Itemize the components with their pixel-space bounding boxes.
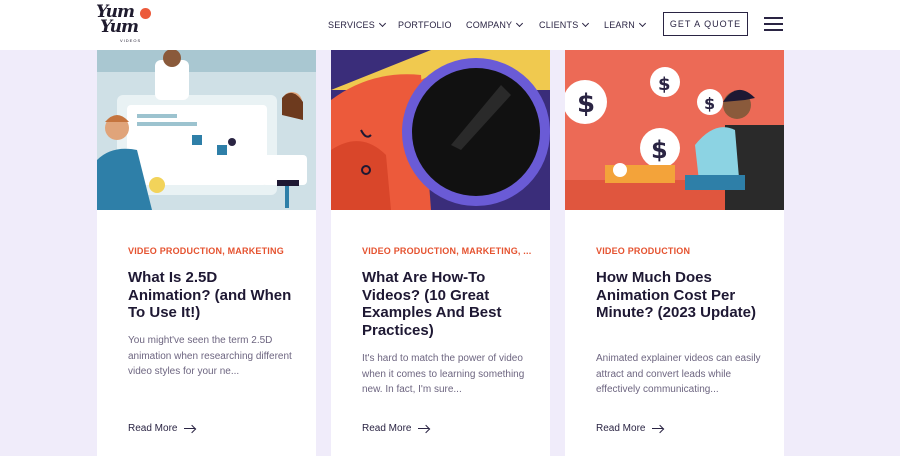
blog-card-how-to-videos[interactable]: VIDEO PRODUCTION, MARKETING, ... What Ar… <box>331 50 550 456</box>
post-excerpt: You might've seen the term 2.5D animatio… <box>128 335 292 377</box>
post-title[interactable]: What Are How-To Videos? (10 Great Exampl… <box>362 269 532 339</box>
animation-team-illustration[interactable] <box>97 50 316 210</box>
nav-item-learn[interactable]: LEARN <box>604 18 647 32</box>
post-title[interactable]: How Much Does Animation Cost Per Minute?… <box>596 269 766 322</box>
yum-yum-logo[interactable]: Yum Yum VIDEOS <box>96 4 154 44</box>
arrow-right-icon <box>184 424 197 433</box>
post-title[interactable]: What Is 2.5D Animation? (and When To Use… <box>128 269 298 322</box>
nav-item-company[interactable]: COMPANY <box>466 18 524 32</box>
post-excerpt: Animated explainer videos can easily att… <box>596 353 761 395</box>
get-a-quote-button[interactable]: GET A QUOTE <box>663 12 748 36</box>
chevron-down-icon <box>638 19 647 28</box>
arrow-right-icon <box>418 424 431 433</box>
read-more-link[interactable]: Read More <box>362 423 431 434</box>
animation-cost-illustration[interactable]: $ $ $ $ <box>565 50 784 210</box>
post-category[interactable]: VIDEO PRODUCTION, MARKETING <box>128 246 284 256</box>
read-more-link[interactable]: Read More <box>128 423 197 434</box>
nav-item-clients[interactable]: CLIENTS <box>539 18 590 32</box>
site-header: Yum Yum VIDEOS SERVICES PORTFOLIO COMPAN… <box>0 0 900 50</box>
hamburger-menu-icon[interactable] <box>764 16 784 32</box>
svg-text:$: $ <box>658 74 671 95</box>
logo-heart-icon <box>140 8 151 19</box>
arrow-right-icon <box>652 424 665 433</box>
svg-text:$: $ <box>651 136 668 164</box>
read-more-link[interactable]: Read More <box>596 423 665 434</box>
post-excerpt: It's hard to match the power of video wh… <box>362 353 525 395</box>
nav-item-portfolio[interactable]: PORTFOLIO <box>398 18 452 32</box>
magnifying-glass-illustration[interactable] <box>331 50 550 210</box>
svg-text:$: $ <box>577 89 595 119</box>
blog-card-animation-cost[interactable]: $ $ $ $ VIDEO PRODUCTION How Much Does A… <box>565 50 784 456</box>
svg-text:$: $ <box>704 94 715 113</box>
post-category[interactable]: VIDEO PRODUCTION, MARKETING, ... <box>362 246 531 256</box>
chevron-down-icon <box>516 19 524 28</box>
post-category[interactable]: VIDEO PRODUCTION <box>596 246 690 256</box>
chevron-down-icon <box>582 19 590 28</box>
chevron-down-icon <box>378 19 386 28</box>
nav-item-services[interactable]: SERVICES <box>328 18 386 32</box>
blog-card-2-5d-animation[interactable]: VIDEO PRODUCTION, MARKETING What Is 2.5D… <box>97 50 316 456</box>
